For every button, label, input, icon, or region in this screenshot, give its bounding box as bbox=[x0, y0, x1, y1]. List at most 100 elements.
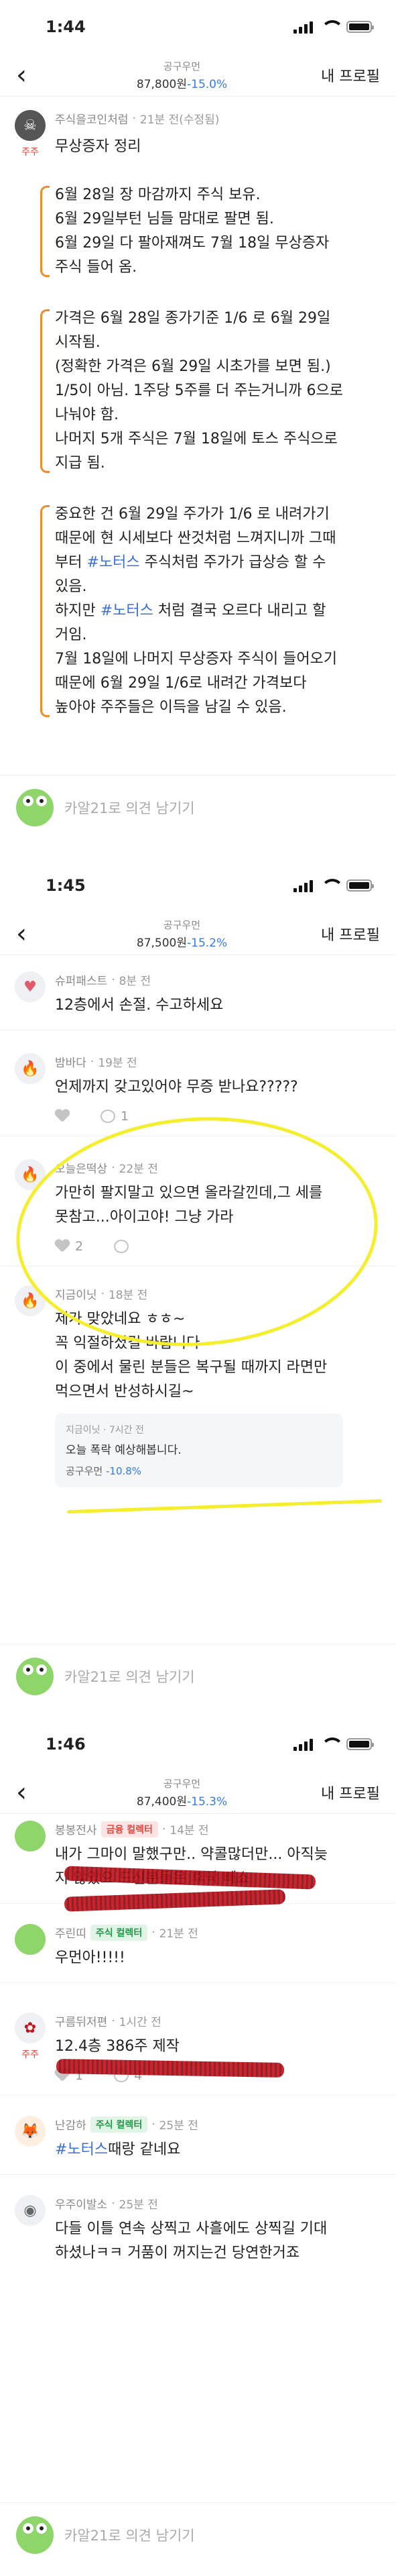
collector-badge: 주식 컬렉터 bbox=[90, 2116, 148, 2133]
quoted-post[interactable]: 지금이닛 · 7시간 전 오늘 폭락 예상해봅니다. 공구우먼 -10.8% bbox=[55, 1413, 343, 1487]
reply-button[interactable]: 1 bbox=[101, 1109, 129, 1124]
back-chevron-icon[interactable]: ‹ bbox=[16, 1779, 43, 1806]
post: ☠ 주주 주식을코인처럼 · 21분 전(수정됨) 무상증자 정리 6월 28일… bbox=[0, 97, 396, 720]
battery-icon bbox=[346, 879, 374, 892]
comment-author[interactable]: 우주이발소 bbox=[55, 2195, 107, 2212]
orange-bracket bbox=[40, 186, 50, 277]
post-paragraph-1: 6월 28일 장 마감까지 주식 보유. 6월 29일부턴 님들 맘대로 팔면 … bbox=[40, 183, 381, 280]
my-profile-button[interactable]: 내 프로필 bbox=[321, 64, 380, 86]
comment-author[interactable]: 지금이닛 bbox=[55, 1285, 97, 1302]
comment: 🔥 밤바다 · 19분 전 언제까지 갖고있어야 무증 받나요????? 1 bbox=[0, 1030, 396, 1136]
comment: 🔥 지금이닛 · 18분 전 제가 맞았네요 ㅎㅎ~ 꼭 익절하셨길 바랍니다 이 … bbox=[0, 1267, 396, 1499]
comment-author[interactable]: 밤바다 bbox=[55, 1053, 86, 1070]
comment-time: 25분 전 bbox=[119, 2198, 158, 2212]
owner-badge: 주주 bbox=[21, 147, 39, 158]
hashtag-link[interactable]: #노터스 bbox=[101, 602, 153, 619]
stock-change: -15.2% bbox=[187, 936, 228, 950]
bubble-icon bbox=[114, 1240, 129, 1253]
comment-text: 우먼아!!!!! bbox=[55, 1949, 125, 1966]
back-chevron-icon[interactable]: ‹ bbox=[16, 62, 43, 89]
frog-avatar-icon bbox=[16, 2516, 54, 2554]
comment: ◉ 우주이발소 · 25분 전 다들 이틀 연속 상찍고 사흘에도 상찍길 기대 하… bbox=[0, 2175, 396, 2277]
my-profile-button[interactable]: 내 프로필 bbox=[321, 923, 380, 945]
stock-name: 공구우먼 bbox=[163, 1777, 201, 1790]
stock-summary[interactable]: 공구우먼 87,500원-15.2% bbox=[137, 918, 227, 950]
comment-author[interactable]: 슈퍼패스트 bbox=[55, 971, 107, 988]
hashtag-link[interactable]: #노터스 bbox=[55, 2141, 108, 2158]
comment: ♥ 슈퍼패스트 · 8분 전 12층에서 손절. 수고하세요 bbox=[0, 959, 396, 1030]
comment-time: 25분 전 bbox=[159, 2119, 198, 2133]
stock-change: -15.0% bbox=[187, 77, 228, 91]
yellow-marker-underline bbox=[67, 1499, 382, 1514]
comment: 🔥 오늘은떡상 · 22분 전 가만히 팔지말고 있으면 올라갈낀데,그 세를 못참… bbox=[0, 1136, 396, 1267]
comment-time: 19분 전 bbox=[98, 1057, 137, 1070]
fox-avatar-icon[interactable]: 🦊 bbox=[15, 2116, 46, 2147]
screen-3: 1:46 ‹ 공구우먼 87,400원-15.3% 내 프로필 봉봉전사 금융 컬… bbox=[0, 1717, 396, 2576]
quoted-author: 지금이닛 · 7시간 전 bbox=[66, 1425, 144, 1436]
comment-input-bar[interactable]: 카알21로 의견 남기기 bbox=[0, 2502, 396, 2567]
stock-summary[interactable]: 공구우먼 87,400원-15.3% bbox=[137, 1776, 227, 1809]
comment-time: 1시간 전 bbox=[119, 2016, 161, 2029]
comment-text: #노터스때랑 같네요 bbox=[55, 2141, 181, 2158]
comment-time: 8분 전 bbox=[119, 975, 151, 988]
comment-author[interactable]: 봉봉전사 bbox=[55, 1821, 97, 1837]
astronaut-avatar-icon[interactable]: ◉ bbox=[15, 2195, 46, 2226]
comment: 🦊 난감하 주식 컬렉터 · 25분 전 #노터스때랑 같네요 bbox=[0, 2096, 396, 2175]
status-bar: 1:45 bbox=[0, 859, 396, 912]
post-time: 21분 전(수정됨) bbox=[139, 113, 220, 127]
post-author[interactable]: 주식을코인처럼 bbox=[55, 110, 128, 127]
comment-input-placeholder[interactable]: 카알21로 의견 남기기 bbox=[64, 798, 195, 818]
header: ‹ 공구우먼 87,800원-15.0% 내 프로필 bbox=[0, 54, 396, 97]
orange-bracket bbox=[40, 505, 50, 717]
comment-input-placeholder[interactable]: 카알21로 의견 남기기 bbox=[64, 2525, 195, 2545]
hashtag-link[interactable]: #노터스 bbox=[86, 554, 139, 571]
fire-avatar-icon[interactable]: 🔥 bbox=[15, 1285, 46, 1316]
stock-price: 87,400원 bbox=[136, 1794, 187, 1809]
quoted-text: 오늘 폭락 예상해봅니다. bbox=[66, 1444, 182, 1457]
comment-input-placeholder[interactable]: 카알21로 의견 남기기 bbox=[64, 1666, 195, 1686]
my-profile-button[interactable]: 내 프로필 bbox=[321, 1782, 380, 1803]
comment-time: 14분 전 bbox=[170, 1824, 209, 1837]
frog-avatar-icon[interactable] bbox=[15, 1821, 46, 1851]
quoted-stock: 공구우먼 bbox=[66, 1465, 103, 1477]
status-bar: 1:44 bbox=[0, 0, 396, 54]
comment-author[interactable]: 오늘은떡상 bbox=[55, 1159, 107, 1176]
bubble-icon bbox=[101, 1110, 115, 1123]
wifi-icon bbox=[321, 879, 344, 892]
comment-text: 가만히 팔지말고 있으면 올라갈낀데,그 세를 못참고...아이고야! 그냥 가… bbox=[55, 1185, 323, 1226]
frog-avatar-icon[interactable] bbox=[15, 1924, 46, 1955]
comment-text: 언제까지 갖고있어야 무증 받나요????? bbox=[55, 1079, 298, 1095]
comment-author[interactable]: 주린띠 bbox=[55, 1924, 86, 1941]
signal-icon bbox=[293, 20, 313, 34]
status-bar: 1:46 bbox=[0, 1717, 396, 1771]
comment-time: 18분 전 bbox=[108, 1289, 148, 1302]
flower-avatar-icon[interactable]: ✿ bbox=[15, 2012, 46, 2043]
back-chevron-icon[interactable]: ‹ bbox=[16, 920, 43, 947]
fire-avatar-icon[interactable]: 🔥 bbox=[15, 1053, 46, 1084]
stock-summary[interactable]: 공구우먼 87,800원-15.0% bbox=[137, 59, 227, 91]
heart-avatar-icon[interactable]: ♥ bbox=[15, 971, 46, 1002]
collector-badge: 금융 컬렉터 bbox=[101, 1821, 158, 1837]
comment-text: 12층에서 손절. 수고하세요 bbox=[55, 997, 224, 1014]
clock: 1:46 bbox=[46, 1735, 86, 1754]
like-button[interactable]: 2 bbox=[55, 1239, 83, 1254]
reply-button[interactable] bbox=[114, 1240, 129, 1253]
skull-avatar-icon[interactable]: ☠ bbox=[15, 110, 46, 141]
post-paragraph-2: 가격은 6월 28일 종가기준 1/6 로 6월 29일 시작됨. (정확한 가… bbox=[40, 307, 381, 476]
signal-icon bbox=[293, 879, 313, 892]
stock-price: 87,800원 bbox=[136, 77, 187, 91]
comment-input-bar[interactable]: 카알21로 의견 남기기 bbox=[0, 1644, 396, 1708]
like-button[interactable] bbox=[55, 1110, 70, 1123]
comment-author[interactable]: 구름뒤저편 bbox=[55, 2012, 107, 2029]
screen-1: 1:44 ‹ 공구우먼 87,800원-15.0% 내 프로필 ☠ 주주 주식을… bbox=[0, 0, 396, 859]
heart-icon bbox=[55, 1110, 70, 1123]
wifi-icon bbox=[321, 1737, 344, 1751]
collector-badge: 주식 컬렉터 bbox=[90, 1924, 148, 1941]
battery-icon bbox=[346, 1738, 374, 1750]
wifi-icon bbox=[321, 20, 344, 34]
comment-author[interactable]: 난감하 bbox=[55, 2116, 86, 2133]
fire-avatar-icon[interactable]: 🔥 bbox=[15, 1159, 46, 1190]
comment-input-bar[interactable]: 카알21로 의견 남기기 bbox=[0, 775, 396, 839]
quoted-change: -10.8% bbox=[105, 1465, 142, 1477]
owner-badge: 주주 bbox=[21, 2049, 39, 2060]
